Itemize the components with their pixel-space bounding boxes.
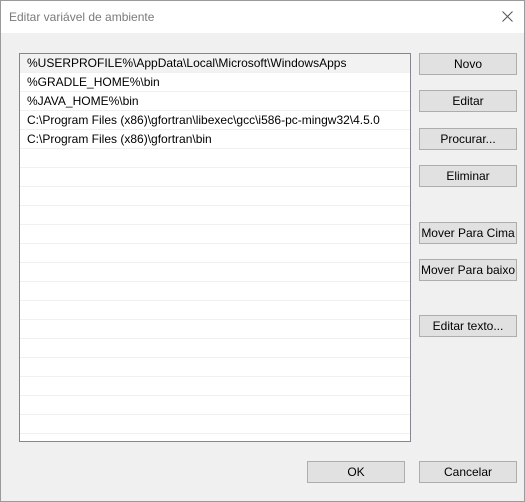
list-item[interactable] xyxy=(20,206,410,225)
edit-button[interactable]: Editar xyxy=(419,90,517,112)
move-up-button[interactable]: Mover Para Cima xyxy=(419,222,517,244)
list-item[interactable]: C:\Program Files (x86)\gfortran\bin xyxy=(20,130,410,149)
close-icon xyxy=(502,11,513,22)
cancel-button[interactable]: Cancelar xyxy=(419,461,517,483)
list-item[interactable] xyxy=(20,301,410,320)
ok-button[interactable]: OK xyxy=(307,461,405,483)
list-item[interactable] xyxy=(20,282,410,301)
list-item[interactable] xyxy=(20,187,410,206)
delete-button[interactable]: Eliminar xyxy=(419,165,517,187)
move-down-button[interactable]: Mover Para baixo xyxy=(419,259,517,281)
list-item[interactable] xyxy=(20,149,410,168)
list-item[interactable] xyxy=(20,377,410,396)
title-bar: Editar variável de ambiente xyxy=(1,1,524,33)
list-item[interactable] xyxy=(20,263,410,282)
list-item[interactable] xyxy=(20,358,410,377)
list-item[interactable] xyxy=(20,244,410,263)
list-item[interactable] xyxy=(20,396,410,415)
new-button[interactable]: Novo xyxy=(419,53,517,75)
list-item[interactable] xyxy=(20,225,410,244)
edit-environment-variable-dialog: Editar variável de ambiente %USERPROFILE… xyxy=(0,0,525,502)
close-button[interactable] xyxy=(492,1,524,33)
list-item[interactable] xyxy=(20,168,410,187)
browse-button[interactable]: Procurar... xyxy=(419,128,517,150)
list-item[interactable] xyxy=(20,339,410,358)
window-title: Editar variável de ambiente xyxy=(9,10,155,24)
list-item[interactable] xyxy=(20,320,410,339)
list-item[interactable]: %USERPROFILE%\AppData\Local\Microsoft\Wi… xyxy=(20,54,410,73)
list-item[interactable] xyxy=(20,415,410,434)
list-item[interactable]: %JAVA_HOME%\bin xyxy=(20,92,410,111)
path-values-list[interactable]: %USERPROFILE%\AppData\Local\Microsoft\Wi… xyxy=(19,53,411,442)
edit-text-button[interactable]: Editar texto... xyxy=(419,315,517,337)
list-item[interactable]: C:\Program Files (x86)\gfortran\libexec\… xyxy=(20,111,410,130)
list-item[interactable]: %GRADLE_HOME%\bin xyxy=(20,73,410,92)
